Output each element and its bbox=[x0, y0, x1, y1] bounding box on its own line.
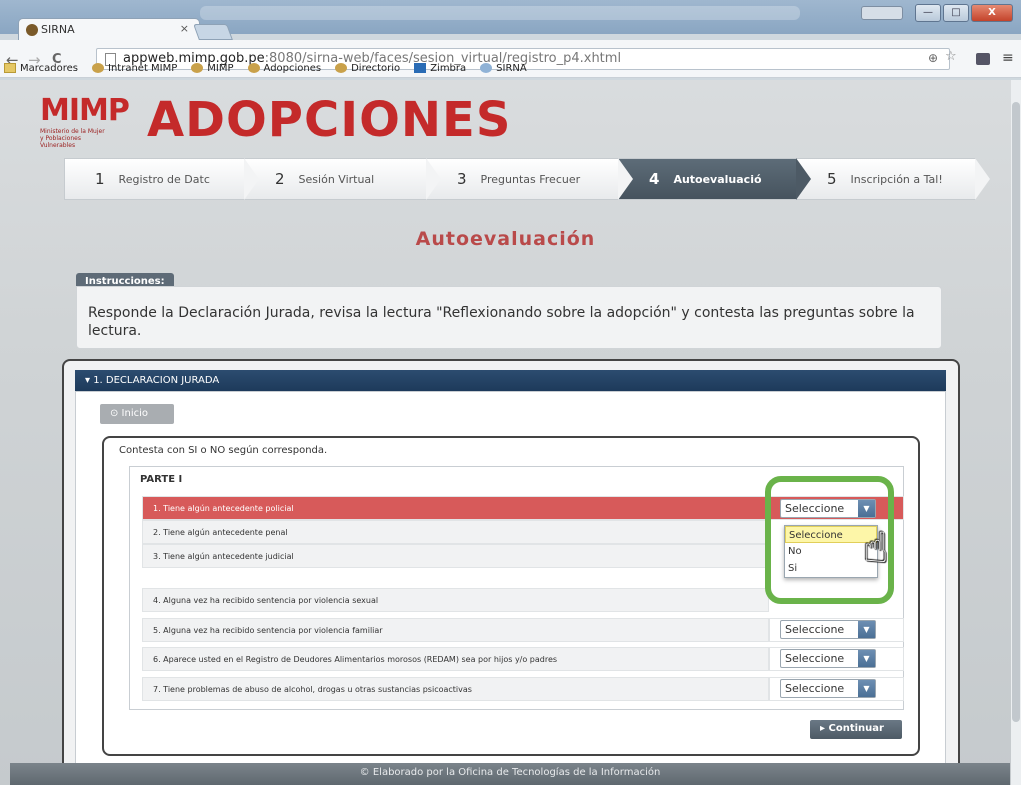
minimize-button[interactable]: — bbox=[915, 4, 941, 22]
bookmark-adopciones[interactable]: Adopciones bbox=[247, 63, 321, 74]
bookmark-marcadores[interactable]: Marcadores bbox=[4, 63, 78, 74]
mimp-logo-subtitle: Ministerio de la Mujer y Poblaciones Vul… bbox=[40, 128, 105, 149]
answer-select-5[interactable]: Seleccione ▼ bbox=[780, 620, 876, 639]
title-bar: SIRNA × — □ X bbox=[0, 0, 1021, 40]
step-autoevaluacion[interactable]: 4 Autoevaluació bbox=[618, 158, 811, 200]
step-preguntas-frecuentes[interactable]: 3 Preguntas Frecuer bbox=[426, 158, 633, 200]
tab-title: SIRNA bbox=[41, 23, 75, 36]
bookmarks-bar: Marcadores Intranet MIMP MIMP Adopciones… bbox=[0, 58, 1021, 78]
question-row: 1. Tiene algún antecedente policial bbox=[142, 496, 769, 520]
bookmark-sirna[interactable]: SIRNA bbox=[480, 63, 527, 74]
blurred-tabs bbox=[200, 6, 800, 20]
answer-select-7[interactable]: Seleccione ▼ bbox=[780, 679, 876, 698]
zimbra-icon bbox=[414, 63, 427, 73]
inicio-button[interactable]: ⊙ Inicio bbox=[100, 404, 174, 424]
bookmark-intranet[interactable]: Intranet MIMP bbox=[92, 63, 177, 74]
page-scrollbar[interactable] bbox=[1011, 80, 1021, 785]
sirna-favicon-icon bbox=[26, 24, 38, 36]
step-sesion-virtual[interactable]: 2 Sesión Virtual bbox=[244, 158, 441, 200]
page-footer: © Elaborado por la Oficina de Tecnología… bbox=[10, 763, 1010, 785]
new-tab-button[interactable] bbox=[193, 24, 233, 40]
mimp-icon bbox=[92, 63, 104, 73]
wizard-steps: 1 Registro de Datc 2 Sesión Virtual 3 Pregu… bbox=[64, 158, 990, 200]
maximize-button[interactable]: □ bbox=[943, 4, 969, 22]
bookmark-directorio[interactable]: Directorio bbox=[335, 63, 400, 74]
site-title: ADOPCIONES bbox=[147, 92, 512, 148]
question-row: 2. Tiene algún antecedente penal bbox=[142, 520, 769, 544]
mimp-icon bbox=[335, 63, 348, 73]
answer-select-6[interactable]: Seleccione ▼ bbox=[780, 649, 876, 668]
question-row: 6. Aparece usted en el Registro de Deudo… bbox=[142, 647, 769, 671]
chevron-down-icon: ▼ bbox=[858, 680, 875, 697]
folder-icon bbox=[4, 63, 16, 73]
bookmark-zimbra[interactable]: Zimbra bbox=[414, 63, 466, 74]
profile-button[interactable] bbox=[861, 6, 903, 20]
instructions-box: Responde la Declaración Jurada, revisa l… bbox=[76, 286, 942, 349]
instruction-hint: Contesta con SI o NO según corresponda. bbox=[119, 445, 328, 456]
tab-close-icon[interactable]: × bbox=[180, 22, 189, 35]
chevron-down-icon: ▼ bbox=[858, 650, 875, 667]
pointer-hand-icon: ☝ bbox=[863, 523, 889, 572]
question-row: 3. Tiene algún antecedente judicial bbox=[142, 544, 769, 568]
chevron-down-icon: ▼ bbox=[858, 621, 875, 638]
page-content: MIMP Ministerio de la Mujer y Poblacione… bbox=[0, 80, 1011, 785]
accordion-header[interactable]: ▾ 1. DECLARACION JURADA bbox=[75, 370, 946, 391]
mimp-logo: MIMP bbox=[40, 93, 130, 128]
close-window-button[interactable]: X bbox=[971, 4, 1013, 22]
bookmark-mimp[interactable]: MIMP bbox=[191, 63, 234, 74]
browser-window: SIRNA × — □ X ← → C appweb.mimp.gob.pe:8… bbox=[0, 0, 1021, 785]
sirna-icon bbox=[480, 63, 493, 73]
continue-button[interactable]: ▸ Continuar bbox=[810, 720, 902, 739]
question-row: 4. Alguna vez ha recibido sentencia por … bbox=[142, 588, 769, 612]
browser-tab[interactable]: SIRNA × bbox=[18, 18, 200, 40]
page-title: Autoevaluación bbox=[415, 228, 596, 250]
mimp-icon bbox=[191, 63, 204, 73]
step-registro-datos[interactable]: 1 Registro de Datc bbox=[64, 158, 259, 200]
question-row: 5. Alguna vez ha recibido sentencia por … bbox=[142, 618, 769, 642]
scrollbar-thumb[interactable] bbox=[1012, 102, 1020, 722]
mimp-icon bbox=[247, 63, 260, 73]
window-controls: — □ X bbox=[915, 4, 1013, 22]
step-inscripcion-taller[interactable]: 5 Inscripción a Tal! bbox=[796, 158, 990, 200]
part-heading: PARTE I bbox=[140, 474, 183, 485]
question-row: 7. Tiene problemas de abuso de alcohol, … bbox=[142, 677, 769, 701]
